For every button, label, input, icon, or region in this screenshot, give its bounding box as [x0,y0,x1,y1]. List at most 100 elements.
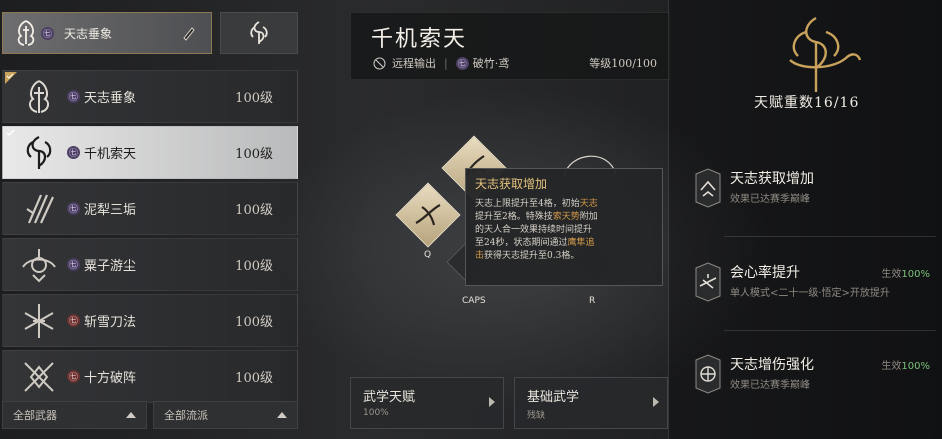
talent-desc: 效果已达赛季巅峰 [730,380,810,391]
tooltip-body: 天志上限提升至4格，初始天志 提升至2格。特殊技索天势附加 的天人合一效果持续时… [475,198,653,263]
weapon-filter-dropdown[interactable]: 全部武器 [2,401,147,429]
weapon-name: 粟子游尘 [84,259,137,274]
divider [724,330,936,331]
effect-value: 100% [901,269,930,280]
weapon-tab-selected[interactable]: ㊆ 天志垂象 [2,12,212,54]
weapon-icon-qianji [26,135,52,169]
talent-tooltip: 天志获取增加 天志上限提升至4格，初始天志 提升至2格。特殊技索天势附加 的天人… [465,168,663,286]
school-tag-icon: ㊆ [41,26,54,40]
skill-icon [415,204,441,226]
weapon-meta: 远程输出 | ㊆ 破竹·鸢 [373,55,509,71]
card-subtitle: 残缺 [527,411,546,421]
weapon-type: 远程输出 [392,57,436,70]
tooltip-keyword: 天志 [579,199,598,209]
caret-up-icon [126,412,136,418]
weapon-item[interactable]: ㊆天志垂象 100级 [2,70,298,123]
chevron-right-icon [653,397,659,407]
brush-icon [183,27,195,41]
filter-bar: 全部武器 全部流派 [2,401,298,429]
talent-count: 天赋重数16/16 [754,95,860,111]
weapon-school-tag: 破竹·鸢 [472,57,510,70]
school-tag-icon: ㊆ [67,258,80,271]
weapon-icon-nili [26,194,54,223]
corner-check-icon [6,129,15,136]
key-label-r: R [589,296,596,306]
bottom-cards: 武学天赋 100% 基础武学 残缺 [350,377,668,429]
talent-name: 会心率提升 [730,265,800,281]
weapon-header: 千机索天 远程输出 | ㊆ 破竹·鸢 等级100/100 [350,12,670,80]
ranged-icon [373,57,386,69]
weapon-item-selected[interactable]: ㊆千机索天 100级 [2,126,298,179]
weapon-list: ㊆天志垂象 100级 ㊆千机索天 100级 ㊆泥犁三垢 100级 ㊆粟子游尘 1… [2,70,298,406]
corner-check-icon [5,72,17,84]
filter-label: 全部武器 [13,409,57,422]
weapon-item[interactable]: ㊆泥犁三垢 100级 [2,182,298,235]
weapon-icon-suzi [22,248,56,282]
weapon-name: 斩雪刀法 [84,315,137,330]
weapon-item[interactable]: ㊆斩雪刀法 100级 [2,294,298,347]
selected-tab-label: 天志垂象 [64,26,113,41]
tooltip-text: 天志上限提升至4格，初始 [475,199,580,209]
tooltip-text: 的天人合一效果持续时间提升 [475,225,593,235]
weapon-item[interactable]: ㊆十方破阵 100级 [2,350,298,403]
talent-badge-icon [695,354,721,394]
filter-label: 全部流派 [164,409,208,422]
card-title: 武学天赋 [363,390,416,405]
weapon-level: 100级 [235,203,273,218]
school-tag-icon: ㊆ [67,90,80,103]
tooltip-keyword: 鹰隼追 [567,238,595,248]
tooltip-keyword: 索天势 [552,212,580,222]
weapon-name: 泥犁三垢 [84,203,137,218]
caret-up-icon [277,412,287,418]
tooltip-text: 提升至2格。特殊技 [475,212,553,222]
effect-label: 生效 [881,361,902,372]
page-title: 千机索天 [371,27,468,52]
weapon-name: 天志垂象 [84,91,137,106]
key-label-q: Q [424,250,432,260]
divider [724,236,936,237]
weapon-level: 100级 [235,91,273,106]
effect-label: 生效 [881,269,902,280]
divider: | [444,56,448,70]
school-tag-icon: ㊆ [67,370,80,383]
talent-effect: 生效100% [881,357,930,372]
effect-value: 100% [901,361,930,372]
weapon-name: 十方破阵 [84,371,137,386]
serpent-emblem-icon [250,21,268,44]
school-tag-icon: ㊆ [67,202,80,215]
weapon-emblem-icon [17,20,35,46]
talent-effect: 生效100% [881,265,930,280]
weapon-grade: 等级100/100 [589,57,657,70]
serpent-emblem-icon [789,16,862,92]
tooltip-text: 附加 [579,212,598,222]
school-tag-icon: ㊆ [67,146,80,159]
card-title: 基础武学 [527,390,580,405]
talent-name: 天志获取增加 [730,171,814,187]
chevron-right-icon [489,397,495,407]
weapon-icon-tianzhi [28,79,50,113]
basic-martial-card[interactable]: 基础武学 残缺 [514,377,668,429]
weapon-level: 100级 [235,259,273,274]
tooltip-keyword: 击 [475,251,485,261]
weapon-level: 100级 [235,315,273,330]
tooltip-text: 至24秒，状态期间通过 [475,238,568,248]
school-filter-dropdown[interactable]: 全部流派 [153,401,298,429]
martial-talent-card[interactable]: 武学天赋 100% [350,377,504,429]
weapon-item[interactable]: ㊆粟子游尘 100级 [2,238,298,291]
talent-name: 天志增伤强化 [730,357,814,373]
talent-desc: 单人模式<二十一级·悟定>开放提升 [730,288,890,299]
weapon-icon-shifang [24,361,54,392]
talent-badge-icon [695,262,721,302]
talent-desc: 效果已达赛季巅峰 [730,194,810,205]
weapon-icon-zhanxue [24,303,54,338]
key-label-caps: CAPS [462,296,486,306]
school-tag-icon: ㊆ [67,314,80,327]
talent-badge-icon [695,168,721,208]
weapon-tab-secondary[interactable] [220,12,298,54]
card-subtitle: 100% [363,408,389,418]
tooltip-text: 获得天志提升至0.3格。 [484,251,580,261]
school-tag-icon: ㊆ [455,56,469,70]
weapon-level: 100级 [235,371,273,386]
tooltip-title: 天志获取增加 [475,177,548,191]
weapon-name: 千机索天 [84,147,137,162]
